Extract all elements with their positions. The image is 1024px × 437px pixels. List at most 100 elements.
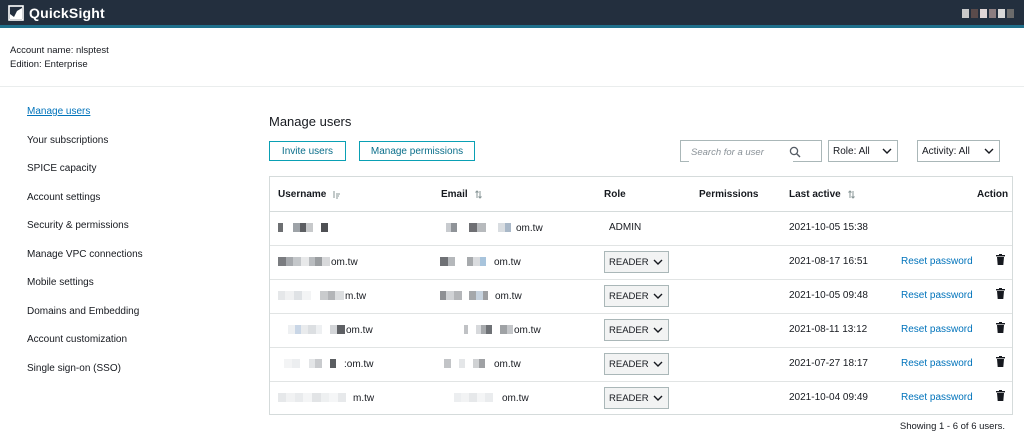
reset-password-link[interactable]: Reset password	[901, 358, 973, 369]
role-select[interactable]: READER	[604, 387, 669, 409]
reset-password-link[interactable]: Reset password	[901, 324, 973, 335]
username-redacted: :om.tw	[284, 358, 374, 370]
username-text: :om.tw	[344, 358, 374, 370]
role-select-value: READER	[609, 392, 649, 404]
role-value: ADMIN	[609, 222, 642, 233]
chevron-down-icon	[882, 148, 892, 154]
email-text: om.tw	[514, 324, 541, 336]
username-redacted: om.tw	[278, 256, 358, 268]
email-redacted: om.tw	[446, 222, 543, 234]
trash-icon[interactable]	[996, 288, 1005, 299]
chevron-down-icon	[984, 148, 994, 154]
column-last-active[interactable]: Last active	[789, 189, 856, 200]
chevron-down-icon	[653, 361, 663, 367]
role-filter-value: Role: All	[833, 145, 870, 157]
email-redacted: om.tw	[444, 358, 521, 370]
column-last-active-label: Last active	[789, 189, 841, 200]
last-active-value: 2021-10-05 15:38	[789, 222, 868, 233]
invite-users-button[interactable]: Invite users	[269, 141, 346, 161]
chevron-down-icon	[653, 293, 663, 299]
role-select-value: READER	[609, 256, 649, 268]
search-input[interactable]	[689, 142, 793, 162]
role-select-value: READER	[609, 324, 649, 336]
email-redacted: om.tw	[464, 324, 541, 336]
manage-permissions-button[interactable]: Manage permissions	[359, 141, 475, 161]
search-icon[interactable]	[789, 146, 801, 158]
sidebar-item-mobile-settings[interactable]: Mobile settings	[27, 277, 143, 306]
email-text: om.tw	[494, 358, 521, 370]
email-text: om.tw	[502, 392, 529, 404]
sidebar-item-subscriptions[interactable]: Your subscriptions	[27, 135, 143, 164]
chevron-down-icon	[653, 327, 663, 333]
last-active-value: 2021-08-11 13:12	[789, 324, 868, 335]
table-row: m.tw om.tw READER 2021-10-05 09:48 Reset…	[270, 279, 1012, 314]
activity-filter-value: Activity: All	[922, 145, 970, 157]
role-select[interactable]: READER	[604, 251, 669, 273]
column-permissions: Permissions	[699, 189, 759, 200]
reset-password-link[interactable]: Reset password	[901, 392, 973, 403]
table-row: m.tw om.tw READER 2021-10-04 09:49 Reset…	[270, 381, 1012, 415]
email-text: om.tw	[516, 222, 543, 234]
chevron-down-icon	[653, 395, 663, 401]
table-header: Username Email Role Permissions Last act…	[270, 177, 1012, 212]
quicksight-logo-icon[interactable]	[8, 5, 24, 21]
user-menu[interactable]	[962, 9, 1014, 18]
trash-icon[interactable]	[996, 390, 1005, 401]
pagination-summary: Showing 1 - 6 of 6 users.	[899, 421, 1005, 432]
account-name: Account name: nlsptest	[10, 45, 109, 56]
brand-name[interactable]: QuickSight	[29, 5, 105, 21]
trash-icon[interactable]	[996, 254, 1005, 265]
username-text: m.tw	[345, 290, 367, 302]
username-text: om.tw	[331, 256, 358, 268]
role-select[interactable]: READER	[604, 319, 669, 341]
username-text: om.tw	[346, 324, 373, 336]
last-active-value: 2021-07-27 18:17	[789, 358, 868, 369]
sidebar-item-vpc-connections[interactable]: Manage VPC connections	[27, 249, 143, 278]
sidebar-item-sso[interactable]: Single sign-on (SSO)	[27, 363, 143, 392]
sidebar-item-account-settings[interactable]: Account settings	[27, 192, 143, 221]
trash-icon[interactable]	[996, 356, 1005, 367]
table-row: om.tw om.tw READER 2021-08-11 13:12 Rese…	[270, 313, 1012, 348]
user-search	[680, 140, 822, 162]
chevron-down-icon	[653, 259, 663, 265]
trash-icon[interactable]	[996, 322, 1005, 333]
username-redacted: om.tw	[288, 324, 373, 336]
email-redacted: om.tw	[440, 256, 521, 268]
column-action: Action	[977, 189, 1009, 200]
last-active-value: 2021-10-05 09:48	[789, 290, 868, 301]
email-text: om.tw	[495, 290, 522, 302]
page-title: Manage users	[269, 114, 352, 129]
table-row: :om.tw om.tw READER 2021-07-27 18:17 Res…	[270, 347, 1012, 382]
sort-icon[interactable]	[847, 190, 856, 199]
table-row: om.tw om.tw READER 2021-08-17 16:51 Rese…	[270, 245, 1012, 280]
column-username[interactable]: Username	[278, 189, 341, 200]
role-select[interactable]: READER	[604, 285, 669, 307]
sidebar-item-domains-embedding[interactable]: Domains and Embedding	[27, 306, 143, 335]
sidebar-item-security-permissions[interactable]: Security & permissions	[27, 220, 143, 249]
last-active-value: 2021-10-04 09:49	[789, 392, 868, 403]
role-select[interactable]: READER	[604, 353, 669, 375]
sort-icon[interactable]	[474, 190, 483, 199]
username-redacted: m.tw	[278, 290, 367, 302]
admin-sidebar: Manage users Your subscriptions SPICE ca…	[27, 106, 143, 391]
account-edition: Edition: Enterprise	[10, 59, 88, 70]
last-active-value: 2021-08-17 16:51	[789, 256, 868, 267]
column-email-label: Email	[441, 189, 468, 200]
reset-password-link[interactable]: Reset password	[901, 290, 973, 301]
sidebar-item-account-customization[interactable]: Account customization	[27, 334, 143, 363]
table-row: om.tw ADMIN 2021-10-05 15:38	[270, 211, 1012, 246]
header-divider	[0, 86, 1024, 87]
activity-filter-dropdown[interactable]: Activity: All	[917, 140, 1000, 162]
email-redacted: om.tw	[454, 392, 529, 404]
role-filter-dropdown[interactable]: Role: All	[828, 140, 898, 162]
username-redacted	[278, 222, 329, 232]
role-select-value: READER	[609, 290, 649, 302]
username-text: m.tw	[353, 392, 375, 404]
account-info: Account name: nlsptest Edition: Enterpri…	[10, 44, 109, 72]
sort-ascending-icon[interactable]	[332, 190, 341, 199]
reset-password-link[interactable]: Reset password	[901, 256, 973, 267]
email-redacted: om.tw	[440, 290, 522, 302]
sidebar-item-spice-capacity[interactable]: SPICE capacity	[27, 163, 143, 192]
column-email[interactable]: Email	[441, 189, 483, 200]
sidebar-item-manage-users[interactable]: Manage users	[27, 106, 143, 135]
